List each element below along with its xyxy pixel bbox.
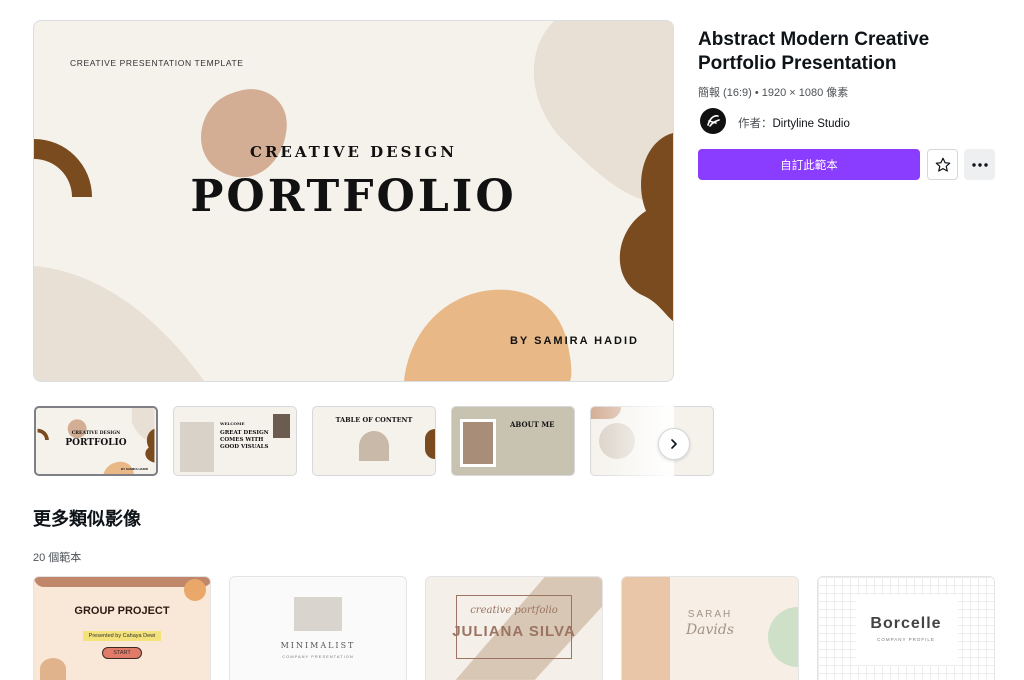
similar-template-card-3[interactable]: creative portfolio JULIANA SILVA <box>425 576 603 680</box>
preview-eyebrow: CREATIVE PRESENTATION TEMPLATE <box>70 58 244 68</box>
card-subtitle: JULIANA SILVA <box>452 623 576 640</box>
card-decoration <box>40 658 66 680</box>
card-button: START <box>102 647 142 659</box>
card-subtitle: Davids <box>685 622 735 638</box>
similar-template-card-1[interactable]: GROUP PROJECT Presented by Cahaya Dewi S… <box>33 576 211 680</box>
card-title: GROUP PROJECT <box>74 605 170 617</box>
similar-template-card-4[interactable]: SARAH Davids <box>621 576 799 680</box>
thumbnail-slide-3[interactable]: TABLE OF CONTENT <box>312 406 436 476</box>
template-meta: 簡報 (16:9) • 1920 × 1080 像素 <box>698 87 849 99</box>
author-avatar[interactable] <box>700 108 726 134</box>
thumbnail-slide-4[interactable]: ABOUT ME <box>451 406 575 476</box>
card-title: SARAH <box>687 609 733 620</box>
card-button-wrap: START <box>34 641 210 659</box>
card-subtitle: Presented by Cahaya Dewi <box>82 631 162 641</box>
card-subtitle: COMPANY PROFILE <box>877 637 935 642</box>
favorite-button[interactable] <box>927 149 958 180</box>
thumbnail-shape <box>591 407 621 419</box>
thumbnail-heading: WELCOME <box>220 421 245 426</box>
author-label: 作者： <box>738 118 773 130</box>
thumbnail-photo <box>180 422 214 472</box>
card-photo <box>294 597 342 631</box>
preview-author: BY SAMIRA HADID <box>509 335 639 347</box>
thumbnail-body: GREAT DESIGN COMES WITH GOOD VISUALS <box>220 430 269 450</box>
template-count: 20 個範本 <box>33 552 82 564</box>
template-title: Abstract Modern Creative Portfolio Prese… <box>698 29 930 74</box>
thumbnail-slide-2[interactable]: WELCOME GREAT DESIGN COMES WITH GOOD VIS… <box>173 406 297 476</box>
similar-template-card-2[interactable]: MINIMALIST COMPANY PRESENTATION <box>229 576 407 680</box>
thumbnail-slide-5[interactable] <box>590 406 714 476</box>
more-similar-heading: 更多類似影像 <box>33 509 141 529</box>
thumbnail-author: BY SAMIRA HADID <box>120 467 148 471</box>
dirtyline-logo-icon <box>707 115 720 127</box>
card-title: creative portfolio <box>470 605 558 616</box>
preview-title: PORTFOLIO <box>190 171 517 222</box>
author-info: 作者：Dirtyline Studio <box>738 115 850 131</box>
card-subtitle: COMPANY PRESENTATION <box>282 654 354 659</box>
thumbnail-shape <box>425 429 435 459</box>
preview-subtitle: CREATIVE DESIGN <box>250 143 457 161</box>
similar-template-card-5[interactable]: Borcelle COMPANY PROFILE <box>817 576 995 680</box>
author-name-link[interactable]: Dirtyline Studio <box>773 118 850 130</box>
more-options-button[interactable] <box>964 149 995 180</box>
thumbnail-photo <box>359 431 389 461</box>
customize-template-button[interactable]: 自訂此範本 <box>698 149 920 180</box>
chevron-right-icon <box>671 439 677 449</box>
thumbnail-heading: TABLE OF CONTENT <box>335 416 413 424</box>
card-decoration <box>184 579 206 601</box>
card-subtitle-wrap: Presented by Cahaya Dewi <box>34 624 210 642</box>
thumbnail-photo <box>599 423 635 459</box>
thumbnail-photo-frame <box>460 419 496 467</box>
thumbnail-title: PORTFOLIO <box>65 438 127 448</box>
next-slides-button[interactable] <box>658 428 690 460</box>
template-preview: CREATIVE PRESENTATION TEMPLATE CREATIVE … <box>33 20 674 382</box>
thumbnail-photo <box>463 422 493 464</box>
thumbnail-slide-1[interactable]: CREATIVE DESIGN PORTFOLIO BY SAMIRA HADI… <box>34 406 158 476</box>
thumbnail-photo <box>273 414 290 438</box>
card-title: MINIMALIST <box>280 641 356 650</box>
thumbnail-subtitle: CREATIVE DESIGN <box>71 431 121 436</box>
thumbnail-heading: ABOUT ME <box>510 420 555 429</box>
card-title: Borcelle <box>870 615 942 632</box>
more-horizontal-icon <box>971 162 988 167</box>
star-icon <box>935 157 950 172</box>
